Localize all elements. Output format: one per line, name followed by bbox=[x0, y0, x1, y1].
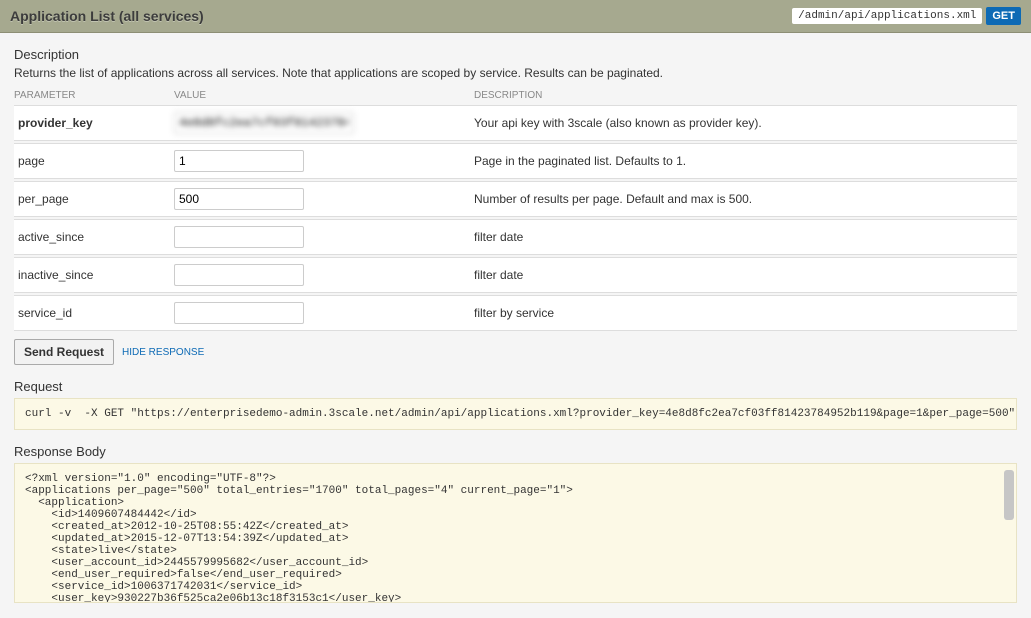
param-row-service_id: service_id filter by service bbox=[14, 295, 1017, 331]
param-value-cell bbox=[174, 150, 474, 172]
request-label: Request bbox=[14, 379, 1017, 394]
col-header-description: Description bbox=[474, 90, 1017, 101]
hide-response-link[interactable]: Hide Response bbox=[122, 347, 204, 358]
param-row-inactive_since: inactive_since filter date bbox=[14, 257, 1017, 293]
param-desc: filter date bbox=[474, 268, 1013, 282]
param-value-cell bbox=[174, 188, 474, 210]
param-value-cell bbox=[174, 112, 474, 134]
param-input-inactive_since[interactable] bbox=[174, 264, 304, 286]
response-body-text: <?xml version="1.0" encoding="UTF-8"?> <… bbox=[25, 473, 626, 603]
col-header-parameter: Parameter bbox=[14, 90, 174, 101]
param-desc: Page in the paginated list. Defaults to … bbox=[474, 154, 1013, 168]
param-table-header: Parameter Value Description bbox=[14, 86, 1017, 105]
param-name: page bbox=[18, 154, 174, 168]
endpoint-info: /admin/api/applications.xml GET bbox=[792, 7, 1021, 25]
param-input-active_since[interactable] bbox=[174, 226, 304, 248]
description-text: Returns the list of applications across … bbox=[14, 66, 1017, 80]
param-desc: filter by service bbox=[474, 306, 1013, 320]
param-name: per_page bbox=[18, 192, 174, 206]
param-input-provider_key[interactable] bbox=[174, 112, 354, 134]
param-name: inactive_since bbox=[18, 268, 174, 282]
param-input-service_id[interactable] bbox=[174, 302, 304, 324]
param-row-per_page: per_page Number of results per page. Defa… bbox=[14, 181, 1017, 217]
request-curl: curl -v -X GET "https://enterprisedemo-a… bbox=[14, 398, 1017, 430]
param-name: active_since bbox=[18, 230, 174, 244]
param-value-cell bbox=[174, 264, 474, 286]
response-body[interactable]: <?xml version="1.0" encoding="UTF-8"?> <… bbox=[14, 463, 1017, 603]
http-method-badge: GET bbox=[986, 7, 1021, 25]
param-input-page[interactable] bbox=[174, 150, 304, 172]
param-desc: Your api key with 3scale (also known as … bbox=[474, 116, 1013, 130]
param-row-active_since: active_since filter date bbox=[14, 219, 1017, 255]
param-desc: filter date bbox=[474, 230, 1013, 244]
scrollbar-thumb[interactable] bbox=[1004, 470, 1014, 520]
section-header: Application List (all services) /admin/a… bbox=[0, 0, 1031, 33]
endpoint-path: /admin/api/applications.xml bbox=[792, 8, 982, 24]
actions-bar: Send Request Hide Response bbox=[14, 339, 1017, 365]
response-label: Response Body bbox=[14, 444, 1017, 459]
send-request-button[interactable]: Send Request bbox=[14, 339, 114, 365]
param-desc: Number of results per page. Default and … bbox=[474, 192, 1013, 206]
param-input-per_page[interactable] bbox=[174, 188, 304, 210]
section-title: Application List (all services) bbox=[10, 8, 204, 24]
description-heading: Description bbox=[14, 47, 1017, 62]
param-row-provider_key: provider_key Your api key with 3scale (al… bbox=[14, 105, 1017, 141]
col-header-value: Value bbox=[174, 90, 474, 101]
param-name: provider_key bbox=[18, 116, 174, 130]
param-row-page: page Page in the paginated list. Defaults… bbox=[14, 143, 1017, 179]
param-value-cell bbox=[174, 226, 474, 248]
param-value-cell bbox=[174, 302, 474, 324]
param-name: service_id bbox=[18, 306, 174, 320]
